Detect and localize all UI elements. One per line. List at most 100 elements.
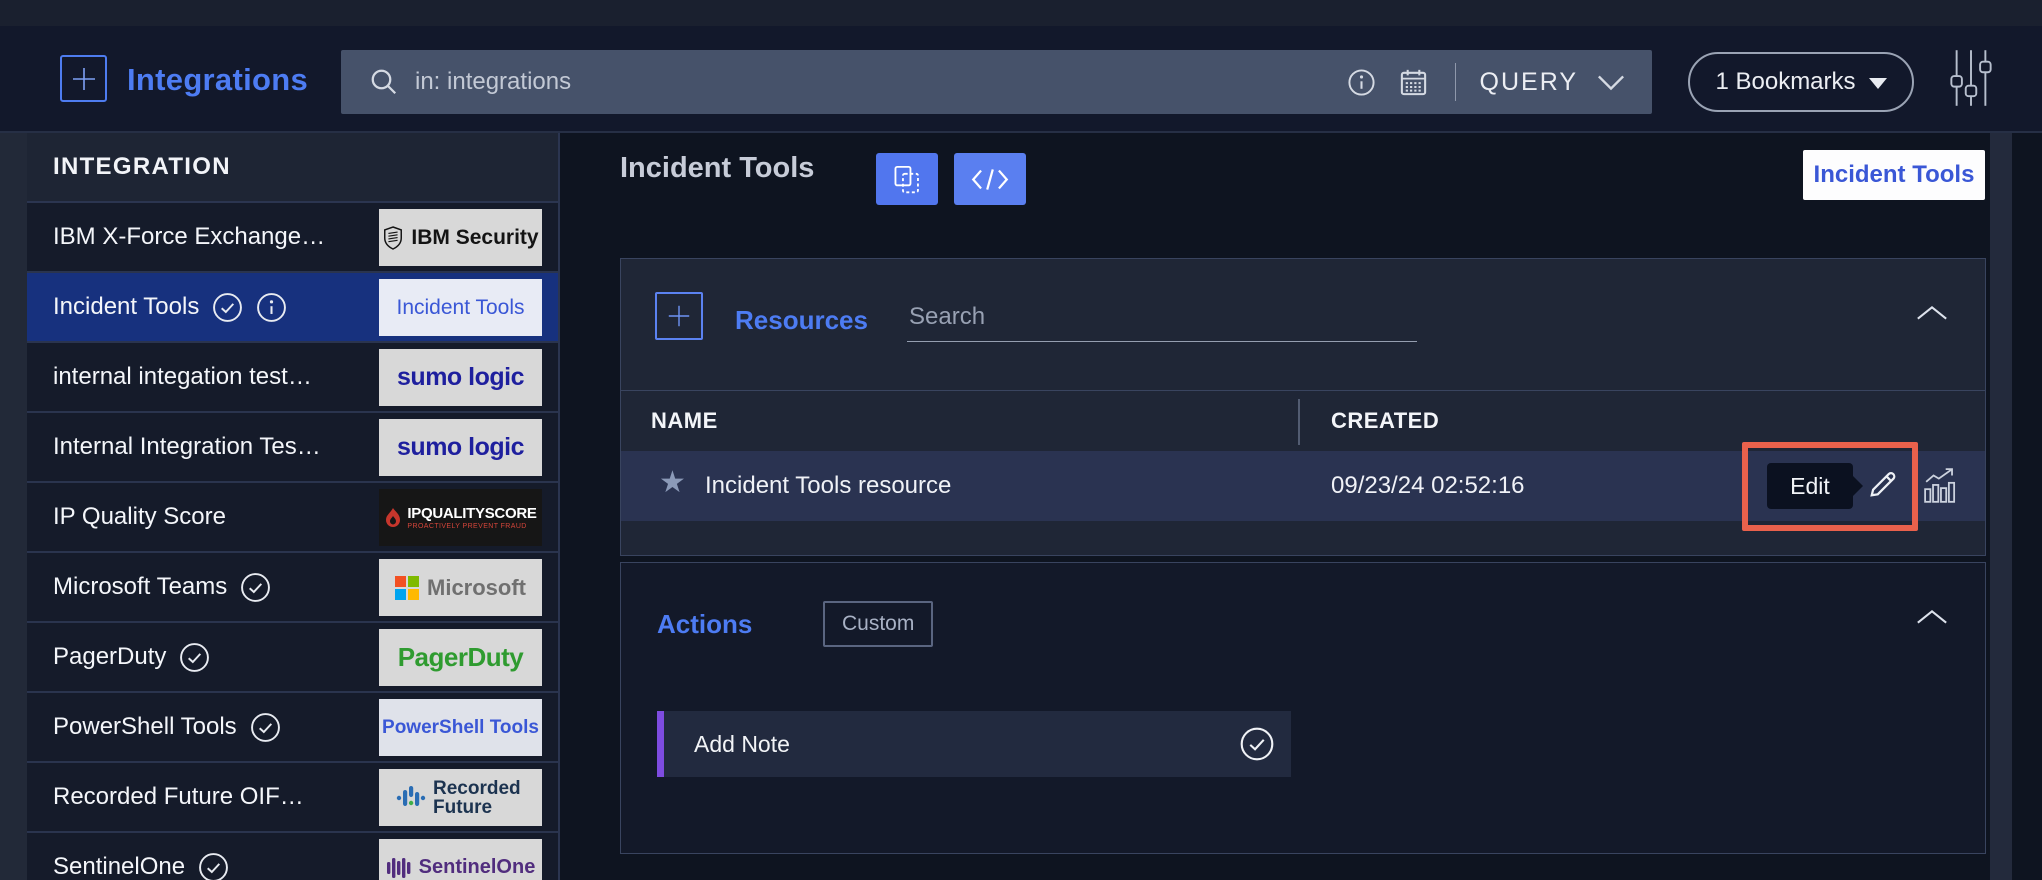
query-dropdown[interactable]: QUERY — [1480, 68, 1626, 97]
search-bar: QUERY — [341, 50, 1652, 114]
integration-sidebar: INTEGRATION IBM X-Force Exchange… IBM Se… — [27, 133, 560, 880]
logo-text: IPQUALITYSCORE — [407, 506, 536, 521]
new-integration-button[interactable] — [60, 55, 107, 102]
sumo-logic-logo: sumo logic — [379, 349, 542, 406]
info-icon[interactable] — [1347, 68, 1376, 97]
pagerduty-logo: PagerDuty — [379, 629, 542, 686]
resource-name: Incident Tools resource — [705, 472, 951, 500]
check-circle-icon — [212, 292, 243, 323]
powershell-tools-logo: PowerShell Tools — [379, 699, 542, 756]
collapse-resources-chevron-up-icon[interactable] — [1915, 303, 1949, 323]
sidebar-item-ip-quality-score[interactable]: IP Quality Score IPQUALITYSCORE PROACTIV… — [27, 483, 558, 553]
search-bar-controls: QUERY — [1325, 50, 1652, 114]
logo-text: Recorded Future — [433, 779, 525, 817]
search-divider — [1455, 63, 1456, 101]
column-header-created: CREATED — [1331, 408, 1439, 434]
action-item-add-note[interactable]: Add Note — [657, 711, 1291, 777]
code-view-button[interactable] — [954, 153, 1026, 205]
resources-panel: Resources NAME CREATED ★ Incident Tools … — [620, 258, 1986, 556]
sentinelone-logo: SentinelOne — [379, 839, 542, 880]
sentinelone-icon — [386, 856, 412, 880]
resources-search — [907, 303, 1417, 342]
search-input[interactable] — [415, 68, 1235, 96]
sidebar-item-label: Internal Integration Tes… — [53, 433, 321, 461]
ibm-security-logo: IBM Security — [379, 209, 542, 266]
collapse-actions-chevron-up-icon[interactable] — [1915, 607, 1949, 627]
sidebar-item-label: PowerShell Tools — [53, 713, 237, 741]
top-bar: Integrations QUERY 1 Bookma — [0, 0, 2042, 133]
sidebar-item-label: PagerDuty — [53, 643, 166, 671]
logo-text: SentinelOne — [419, 856, 536, 879]
bookmarks-button[interactable]: 1 Bookmarks — [1688, 52, 1914, 112]
check-circle-icon — [1239, 726, 1275, 762]
logo-subtext: PROACTIVELY PREVENT FRAUD — [407, 523, 536, 530]
resources-search-input[interactable] — [907, 303, 1417, 342]
sidebar-item-sentinelone[interactable]: SentinelOne SentinelOne — [27, 833, 558, 880]
recorded-future-icon — [396, 784, 426, 812]
integration-title: Incident Tools — [620, 152, 814, 185]
sidebar-item-internal-integration-tes[interactable]: Internal Integration Tes… sumo logic — [27, 413, 558, 483]
logo-text: PagerDuty — [398, 642, 524, 673]
sidebar-item-incident-tools[interactable]: Incident Tools Incident Tools — [27, 273, 558, 343]
star-icon[interactable]: ★ — [659, 468, 686, 498]
bookmarks-label: 1 Bookmarks — [1715, 68, 1855, 96]
microsoft-logo: Microsoft — [379, 559, 542, 616]
check-circle-icon — [250, 712, 281, 743]
app-window: Integrations QUERY 1 Bookma — [0, 0, 2042, 880]
edit-tooltip: Edit — [1767, 463, 1853, 509]
plus-icon — [666, 303, 692, 329]
logo-text: Incident Tools — [396, 296, 524, 320]
actions-title: Actions — [657, 609, 752, 640]
sidebar-item-label: internal integation test… — [53, 363, 312, 391]
caret-down-icon — [1869, 78, 1887, 89]
code-icon — [971, 167, 1009, 192]
actions-panel: Actions Custom Add Note — [620, 562, 1986, 854]
custom-tag: Custom — [823, 601, 933, 647]
info-circle-icon[interactable] — [256, 292, 287, 323]
edit-pencil-icon[interactable] — [1865, 466, 1901, 502]
resources-title: Resources — [735, 305, 868, 336]
resources-table-header: NAME CREATED — [621, 391, 1985, 451]
incident-tools-logo: Incident Tools — [379, 279, 542, 336]
column-header-name: NAME — [651, 408, 718, 434]
search-icon — [369, 67, 399, 97]
sidebar-item-recorded-future[interactable]: Recorded Future OIF… Recorded Future — [27, 763, 558, 833]
filter-sliders-icon[interactable] — [1948, 46, 1994, 110]
chevron-down-icon — [1596, 74, 1626, 91]
scrollbar[interactable] — [1990, 133, 2012, 880]
logo-text: PowerShell Tools — [382, 717, 539, 739]
recorded-future-logo: Recorded Future — [379, 769, 542, 826]
sidebar-item-label: SentinelOne — [53, 853, 185, 880]
sidebar-gutter — [0, 133, 27, 880]
integration-badge: Incident Tools — [1803, 150, 1985, 200]
sidebar-item-ibm-xforce[interactable]: IBM X-Force Exchange… IBM Security — [27, 203, 558, 273]
sidebar-item-microsoft-teams[interactable]: Microsoft Teams Microsoft — [27, 553, 558, 623]
duplicate-button[interactable] — [876, 153, 938, 205]
ibm-shield-icon — [382, 225, 404, 251]
query-label: QUERY — [1480, 68, 1578, 97]
plus-icon — [70, 65, 98, 93]
sidebar-item-pagerduty[interactable]: PagerDuty PagerDuty — [27, 623, 558, 693]
flame-icon — [384, 507, 402, 529]
resource-row[interactable]: ★ Incident Tools resource 09/23/24 02:52… — [621, 451, 1985, 521]
ip-quality-score-logo: IPQUALITYSCORE PROACTIVELY PREVENT FRAUD — [379, 489, 542, 546]
sidebar-item-internal-integration-test[interactable]: internal integation test… sumo logic — [27, 343, 558, 413]
sidebar-item-label: IP Quality Score — [53, 503, 226, 531]
resources-header: Resources — [621, 259, 1985, 391]
resource-created: 09/23/24 02:52:16 — [1331, 472, 1525, 500]
sidebar-item-powershell-tools[interactable]: PowerShell Tools PowerShell Tools — [27, 693, 558, 763]
logo-text: Microsoft — [427, 575, 526, 601]
action-label: Add Note — [694, 731, 790, 758]
calendar-icon[interactable] — [1398, 67, 1429, 98]
sidebar-item-label: Microsoft Teams — [53, 573, 227, 601]
check-circle-icon — [240, 572, 271, 603]
copy-icon — [892, 164, 922, 194]
page-title: Integrations — [127, 62, 308, 98]
sidebar-header: INTEGRATION — [27, 133, 558, 203]
logo-text: sumo logic — [397, 363, 524, 392]
add-resource-button[interactable] — [655, 292, 703, 340]
logo-text: sumo logic — [397, 433, 524, 462]
microsoft-squares-icon — [395, 576, 419, 600]
check-circle-icon — [198, 852, 229, 880]
usage-chart-icon[interactable] — [1923, 468, 1961, 504]
